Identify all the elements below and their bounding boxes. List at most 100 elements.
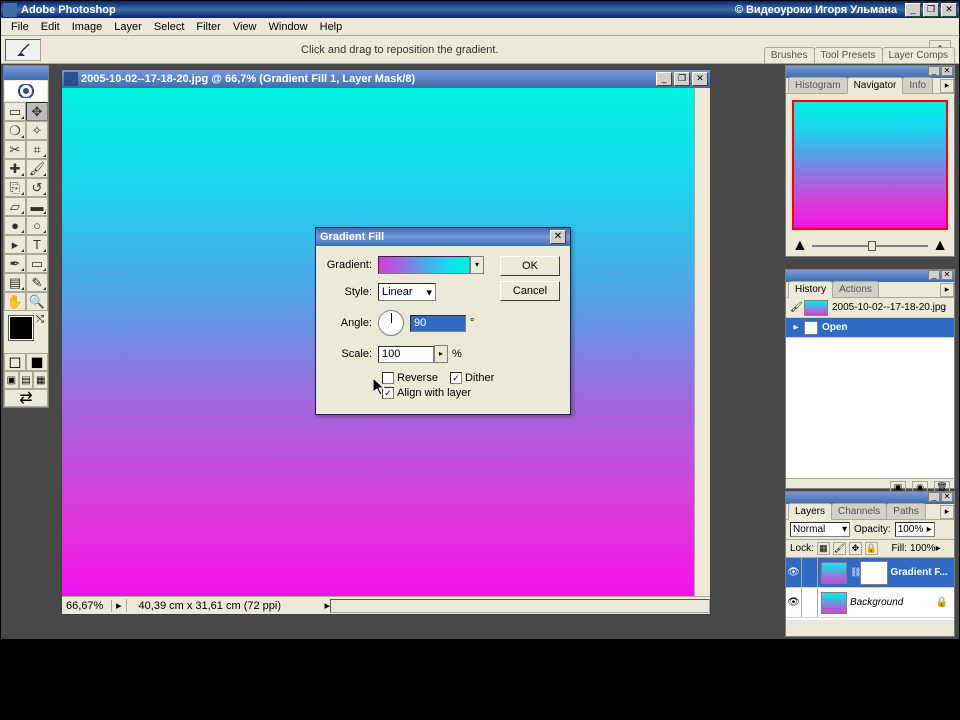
marquee-tool[interactable]: ▭	[4, 102, 26, 121]
tab-brushes[interactable]: Brushes	[764, 47, 815, 63]
lasso-tool[interactable]: ❍	[4, 121, 26, 140]
panel-close-icon[interactable]: ✕	[941, 66, 953, 76]
shape-tool[interactable]: ▭	[26, 254, 48, 273]
type-tool[interactable]: T	[26, 235, 48, 254]
layer-row[interactable]: 👁 ⛓ Gradient F...	[786, 558, 954, 588]
swap-colors-icon[interactable]: ⤭	[36, 314, 44, 325]
pen-tool[interactable]: ✒	[4, 254, 26, 273]
doc-minimize-button[interactable]: _	[656, 72, 672, 86]
zoom-level[interactable]: 66,67%	[62, 600, 112, 612]
panel-minimize-icon[interactable]: _	[928, 66, 940, 76]
move-tool[interactable]: ✥	[26, 102, 48, 121]
layer-mask-thumb[interactable]	[861, 562, 887, 584]
menu-window[interactable]: Window	[263, 19, 314, 35]
document-titlebar[interactable]: 2005-10-02--17-18-20.jpg @ 66,7% (Gradie…	[62, 70, 710, 88]
menu-help[interactable]: Help	[314, 19, 349, 35]
history-item[interactable]: ▸ Open	[786, 318, 954, 338]
jump-to-imageready-icon[interactable]: ⇄	[4, 389, 48, 407]
dialog-titlebar[interactable]: Gradient Fill ✕	[316, 228, 570, 246]
zoom-in-icon[interactable]: ▲	[932, 237, 948, 255]
menu-filter[interactable]: Filter	[190, 19, 226, 35]
panel-minimize-icon[interactable]: _	[928, 492, 940, 502]
menu-select[interactable]: Select	[148, 19, 191, 35]
menu-edit[interactable]: Edit	[35, 19, 66, 35]
minimize-button[interactable]: _	[905, 3, 921, 17]
quickmask-mode-icon[interactable]: ◼	[26, 353, 48, 371]
tab-tool-presets[interactable]: Tool Presets	[814, 47, 883, 63]
tab-channels[interactable]: Channels	[831, 503, 887, 519]
dither-checkbox[interactable]: ✓ Dither	[450, 372, 494, 384]
layer-row[interactable]: 👁 Background 🔒	[786, 588, 954, 618]
history-brush-tool[interactable]: ↺	[26, 178, 48, 197]
mask-link-icon[interactable]: ⛓	[850, 567, 861, 578]
layer-name[interactable]: Gradient F...	[890, 567, 947, 578]
horizontal-scrollbar[interactable]	[330, 599, 710, 613]
vertical-scrollbar[interactable]	[694, 88, 710, 596]
navigator-preview[interactable]	[792, 100, 948, 230]
close-button[interactable]: ✕	[941, 3, 957, 17]
angle-dial[interactable]	[378, 310, 404, 336]
tab-histogram[interactable]: Histogram	[788, 77, 848, 93]
gradient-tool[interactable]: ▬	[26, 197, 48, 216]
lock-transparency-icon[interactable]: ▦	[817, 542, 830, 555]
gradient-picker[interactable]	[378, 256, 470, 274]
screen-standard-icon[interactable]: ▣	[4, 371, 19, 389]
angle-input[interactable]: 90	[410, 315, 466, 332]
eraser-tool[interactable]: ▱	[4, 197, 26, 216]
toolbox-grip[interactable]	[4, 66, 48, 80]
history-state-marker-icon[interactable]: ▸	[790, 322, 802, 333]
visibility-icon[interactable]: 👁	[786, 558, 802, 587]
doc-maximize-button[interactable]: ❐	[674, 72, 690, 86]
tab-navigator[interactable]: Navigator	[847, 77, 904, 94]
screen-menubar-icon[interactable]: ▤	[19, 371, 34, 389]
fill-input[interactable]: 100%▸	[910, 543, 950, 554]
menu-layer[interactable]: Layer	[108, 19, 148, 35]
maximize-button[interactable]: ❐	[923, 3, 939, 17]
eyedropper-tool[interactable]: ✎	[26, 273, 48, 292]
menu-view[interactable]: View	[227, 19, 263, 35]
layer-name[interactable]: Background	[850, 597, 903, 608]
slice-tool[interactable]: ⌗	[26, 140, 48, 159]
foreground-color[interactable]	[9, 316, 33, 340]
menu-image[interactable]: Image	[66, 19, 109, 35]
panel-menu-icon[interactable]: ▸	[940, 505, 954, 519]
ok-button[interactable]: OK	[500, 256, 560, 276]
tab-history[interactable]: History	[788, 281, 833, 298]
blur-tool[interactable]: ●	[4, 216, 26, 235]
wand-tool[interactable]: ✧	[26, 121, 48, 140]
tab-layer-comps[interactable]: Layer Comps	[882, 47, 955, 63]
hand-tool[interactable]: ✋	[4, 292, 26, 311]
dodge-tool[interactable]: ○	[26, 216, 48, 235]
navigator-zoom-slider[interactable]: ▲ ▲	[786, 236, 954, 256]
lock-pixels-icon[interactable]: 🖌	[833, 542, 846, 555]
brush-tool[interactable]: 🖌	[26, 159, 48, 178]
blend-mode-select[interactable]: Normal▾	[790, 522, 850, 537]
panel-close-icon[interactable]: ✕	[941, 270, 953, 280]
gradient-dropdown-icon[interactable]: ▾	[470, 256, 484, 274]
heal-tool[interactable]: ✚	[4, 159, 26, 178]
style-select[interactable]: Linear ▾	[378, 283, 436, 301]
panel-menu-icon[interactable]: ▸	[940, 283, 954, 297]
notes-tool[interactable]: ▤	[4, 273, 26, 292]
history-brush-marker-icon[interactable]: 🖌	[790, 302, 802, 313]
doc-size-menu-icon[interactable]: ▸	[112, 599, 127, 612]
panel-close-icon[interactable]: ✕	[941, 492, 953, 502]
menu-file[interactable]: File	[5, 19, 35, 35]
link-icon[interactable]	[802, 558, 818, 587]
panel-minimize-icon[interactable]: _	[928, 270, 940, 280]
zoom-tool[interactable]: 🔍	[26, 292, 48, 311]
zoom-out-icon[interactable]: ▲	[792, 237, 808, 255]
tab-info[interactable]: Info	[902, 77, 933, 93]
tab-paths[interactable]: Paths	[886, 503, 926, 519]
visibility-icon[interactable]: 👁	[786, 588, 802, 617]
lock-all-icon[interactable]: 🔒	[865, 542, 878, 555]
crop-tool[interactable]: ✂	[4, 140, 26, 159]
screen-full-icon[interactable]: ▦	[33, 371, 48, 389]
opacity-input[interactable]: 100%▸	[895, 522, 935, 537]
scale-input[interactable]: 100	[378, 346, 434, 363]
tool-preset-picker[interactable]	[5, 39, 41, 61]
scale-stepper-icon[interactable]: ▸	[434, 345, 448, 363]
path-tool[interactable]: ▸	[4, 235, 26, 254]
stamp-tool[interactable]: ⎘	[4, 178, 26, 197]
layer-thumb[interactable]	[821, 592, 847, 614]
